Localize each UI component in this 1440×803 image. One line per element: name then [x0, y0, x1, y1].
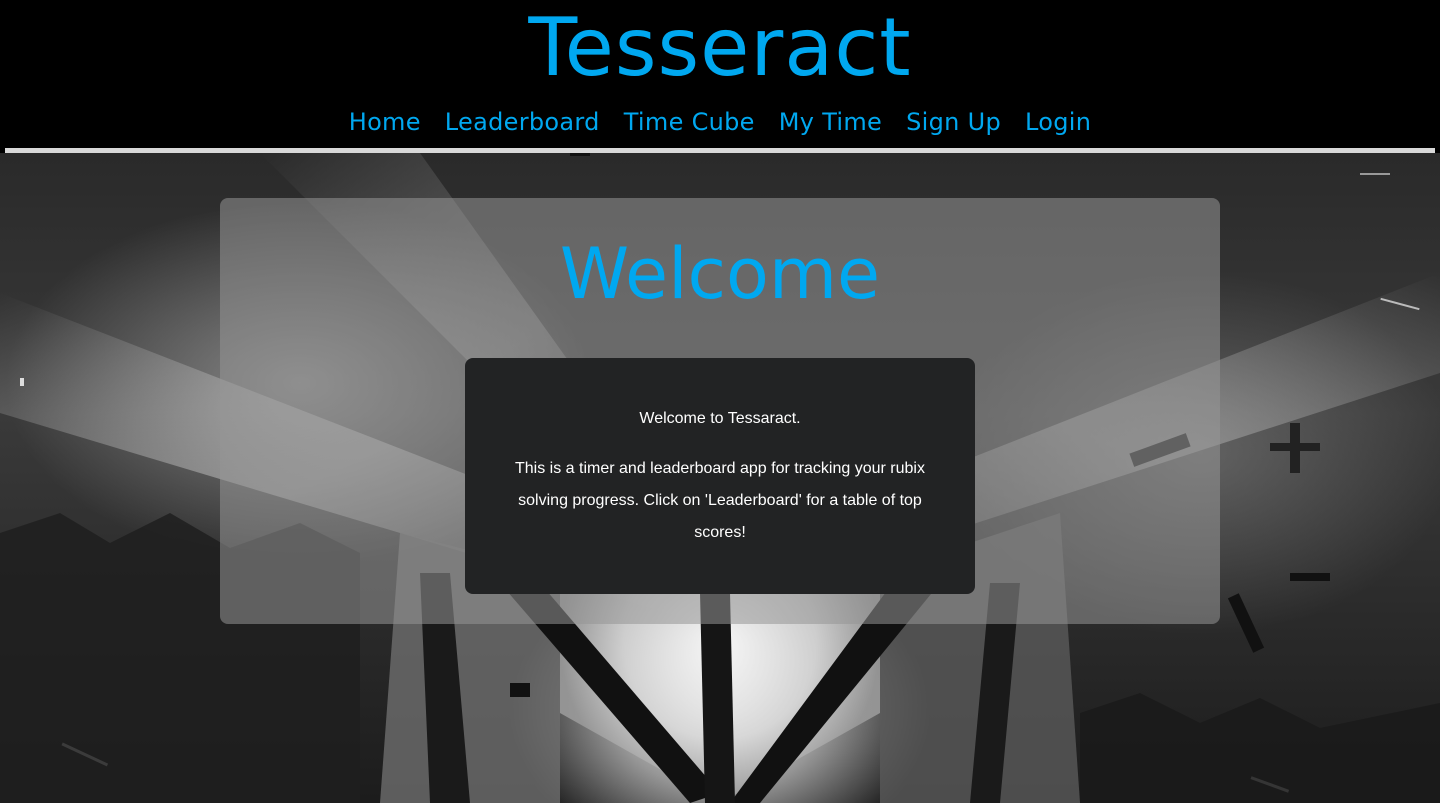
intro-text: Welcome to Tessaract. — [639, 410, 801, 427]
nav-sign-up-link[interactable]: Sign Up — [906, 104, 1001, 140]
page: Tesseract Home Leaderboard Time Cube My … — [0, 0, 1440, 803]
description-text: This is a timer and leaderboard app for … — [515, 460, 925, 541]
main-nav: Home Leaderboard Time Cube My Time Sign … — [0, 104, 1440, 140]
nav-my-time-link[interactable]: My Time — [779, 104, 882, 140]
nav-home-link[interactable]: Home — [349, 104, 421, 140]
header-divider — [5, 148, 1435, 153]
site-title: Tesseract — [528, 1, 912, 94]
welcome-heading: Welcome — [559, 233, 881, 315]
info-card: Welcome to Tessaract. This is a timer an… — [465, 358, 975, 594]
nav-leaderboard-link[interactable]: Leaderboard — [445, 104, 600, 140]
site-header: Tesseract Home Leaderboard Time Cube My … — [0, 0, 1440, 148]
nav-time-cube-link[interactable]: Time Cube — [624, 104, 755, 140]
nav-login-link[interactable]: Login — [1025, 104, 1091, 140]
